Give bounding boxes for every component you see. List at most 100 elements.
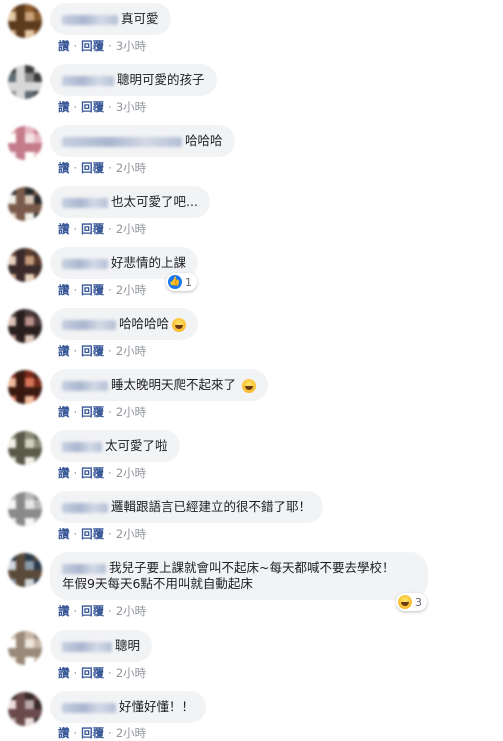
comment-timestamp[interactable]: 2小時 xyxy=(116,222,146,236)
avatar-pixel xyxy=(25,561,34,570)
comment-timestamp[interactable]: 2小時 xyxy=(116,666,146,680)
commenter-name[interactable] xyxy=(62,563,106,574)
reply-link[interactable]: 回覆 xyxy=(81,222,104,236)
avatar-pixel xyxy=(16,500,25,509)
avatar[interactable] xyxy=(8,65,42,99)
like-link[interactable]: 讚 xyxy=(58,39,70,53)
commenter-name[interactable] xyxy=(62,641,112,652)
like-link[interactable]: 讚 xyxy=(58,100,70,114)
like-link[interactable]: 讚 xyxy=(58,527,70,541)
avatar-pixel xyxy=(25,370,34,378)
avatar-pixel xyxy=(16,718,25,726)
comment-timestamp[interactable]: 2小時 xyxy=(116,405,146,419)
commenter-name[interactable] xyxy=(62,319,116,330)
reaction-count[interactable]: 👍 1 xyxy=(166,273,197,291)
grinning-emoji-icon xyxy=(172,317,187,332)
like-link[interactable]: 讚 xyxy=(58,344,70,358)
avatar[interactable] xyxy=(8,126,42,160)
avatar-pixel xyxy=(8,134,16,143)
commenter-name[interactable] xyxy=(62,197,108,208)
commenter-name[interactable] xyxy=(62,502,108,513)
reply-link[interactable]: 回覆 xyxy=(81,726,104,740)
commenter-name[interactable] xyxy=(62,702,116,713)
avatar[interactable] xyxy=(8,692,42,726)
commenter-name[interactable] xyxy=(62,380,108,391)
reply-link[interactable]: 回覆 xyxy=(81,344,104,358)
reply-link[interactable]: 回覆 xyxy=(81,283,104,297)
avatar-pixel xyxy=(16,448,25,457)
commenter-name[interactable] xyxy=(62,258,108,269)
commenter-name[interactable] xyxy=(62,14,118,25)
avatar-pixel xyxy=(8,4,16,12)
avatar-pixel xyxy=(8,692,16,700)
comment-actions: 讚 · 回覆 · 2小時 xyxy=(58,666,147,680)
avatar-pixel xyxy=(8,509,16,518)
comment-actions: 讚 · 回覆 · 2小時 xyxy=(58,604,147,618)
avatar[interactable] xyxy=(8,370,42,404)
comment-text: 我兒子要上課就會叫不起床~每天都喊不要去學校！ xyxy=(109,560,395,575)
reaction-count[interactable]: 3 xyxy=(396,593,427,611)
avatar-pixel xyxy=(34,204,42,213)
avatar-pixel xyxy=(8,457,16,465)
avatar-pixel xyxy=(25,709,34,718)
reply-link[interactable]: 回覆 xyxy=(81,604,104,618)
avatar[interactable] xyxy=(8,431,42,465)
reply-link[interactable]: 回覆 xyxy=(81,405,104,419)
avatar[interactable] xyxy=(8,631,42,665)
like-link[interactable]: 讚 xyxy=(58,726,70,740)
avatar-pixel xyxy=(34,396,42,404)
avatar-pixel xyxy=(8,82,16,91)
avatar-pixel xyxy=(8,73,16,82)
avatar[interactable] xyxy=(8,248,42,282)
reply-link[interactable]: 回覆 xyxy=(81,161,104,175)
reaction-count-number: 1 xyxy=(185,275,192,289)
avatar-pixel xyxy=(8,248,16,256)
avatar-pixel xyxy=(34,4,42,12)
avatar-pixel xyxy=(8,12,16,21)
comment-timestamp[interactable]: 2小時 xyxy=(116,527,146,541)
like-link[interactable]: 讚 xyxy=(58,283,70,297)
avatar[interactable] xyxy=(8,4,42,38)
avatar-pixel xyxy=(8,387,16,396)
avatar-pixel xyxy=(25,187,34,195)
avatar-pixel xyxy=(34,65,42,73)
commenter-name[interactable] xyxy=(62,75,114,86)
commenter-name[interactable] xyxy=(62,136,182,147)
like-link[interactable]: 讚 xyxy=(58,161,70,175)
like-link[interactable]: 讚 xyxy=(58,222,70,236)
avatar-pixel xyxy=(16,195,25,204)
avatar-pixel xyxy=(8,570,16,579)
avatar[interactable] xyxy=(8,553,42,587)
comment-timestamp[interactable]: 2小時 xyxy=(116,604,146,618)
comment-timestamp[interactable]: 3小時 xyxy=(116,100,146,114)
avatar-pixel xyxy=(25,317,34,326)
reply-link[interactable]: 回覆 xyxy=(81,466,104,480)
comment-bubble: 也太可愛了吧... xyxy=(50,186,210,218)
comment-timestamp[interactable]: 2小時 xyxy=(116,344,146,358)
avatar-pixel xyxy=(34,317,42,326)
like-link[interactable]: 讚 xyxy=(58,405,70,419)
avatar-pixel xyxy=(34,143,42,152)
comment-timestamp[interactable]: 2小時 xyxy=(116,161,146,175)
avatar-pixel xyxy=(34,213,42,221)
avatar-pixel xyxy=(25,65,34,73)
reply-link[interactable]: 回覆 xyxy=(81,666,104,680)
commenter-name[interactable] xyxy=(62,441,102,452)
avatar[interactable] xyxy=(8,187,42,221)
comment-bubble: 聰明可愛的孩子 xyxy=(50,64,217,96)
comment-timestamp[interactable]: 2小時 xyxy=(116,283,146,297)
like-link[interactable]: 讚 xyxy=(58,604,70,618)
avatar[interactable] xyxy=(8,492,42,526)
reply-link[interactable]: 回覆 xyxy=(81,100,104,114)
like-link[interactable]: 讚 xyxy=(58,666,70,680)
comment-timestamp[interactable]: 2小時 xyxy=(116,726,146,740)
comment-timestamp[interactable]: 3小時 xyxy=(116,39,146,53)
avatar-pixel xyxy=(34,448,42,457)
reply-link[interactable]: 回覆 xyxy=(81,39,104,53)
avatar-pixel xyxy=(34,648,42,657)
reply-link[interactable]: 回覆 xyxy=(81,527,104,541)
avatar[interactable] xyxy=(8,309,42,343)
avatar-pixel xyxy=(8,657,16,665)
like-link[interactable]: 讚 xyxy=(58,466,70,480)
comment-timestamp[interactable]: 2小時 xyxy=(116,466,146,480)
